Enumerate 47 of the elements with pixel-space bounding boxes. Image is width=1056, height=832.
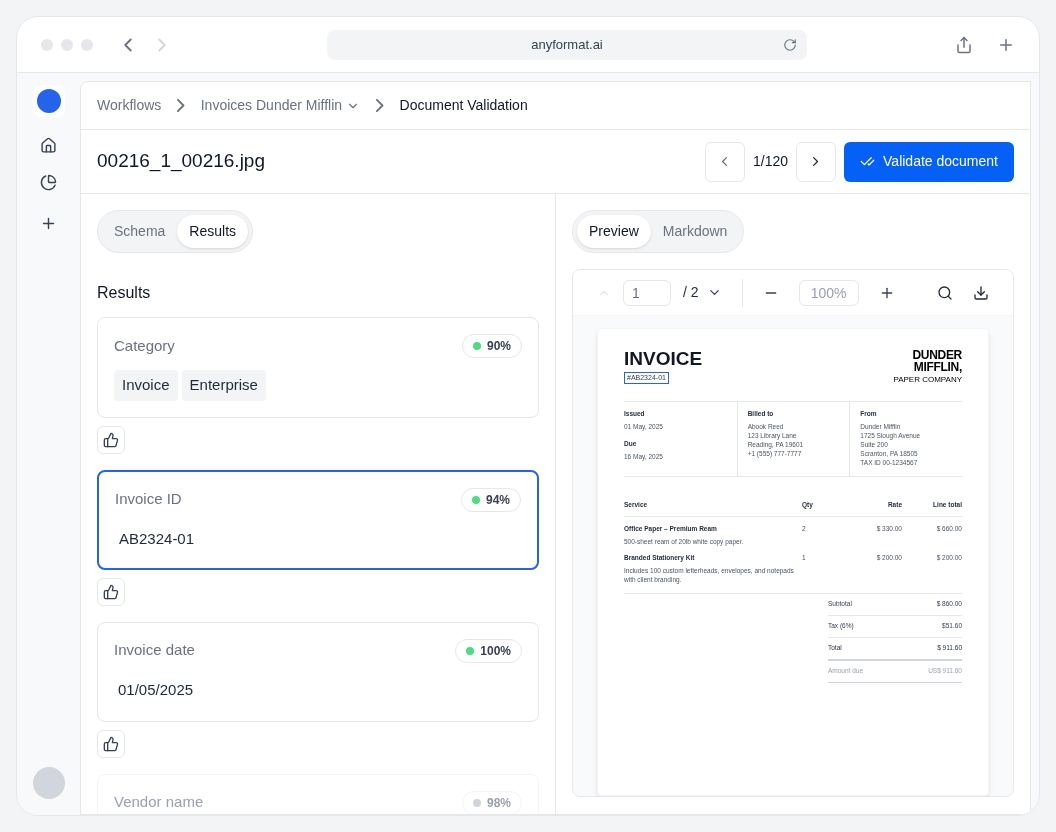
chevron-right-icon <box>813 157 819 166</box>
share-icon[interactable] <box>955 35 973 54</box>
chevron-left-icon <box>722 157 728 166</box>
invoice-title: INVOICE <box>624 349 703 368</box>
segment-tab[interactable]: Preview <box>577 215 651 248</box>
company-logo: DUNDER MIFFLIN, PAPER COMPANY <box>893 349 962 385</box>
field-label: Vendor name <box>114 792 204 813</box>
app-logo-icon[interactable] <box>32 85 65 117</box>
results-heading: Results <box>97 283 152 303</box>
field-card[interactable]: Invoice ID 94% AB2324-01 <box>97 469 539 570</box>
chevron-right-icon <box>177 99 185 112</box>
thumbs-up-button[interactable] <box>97 425 125 454</box>
page-input-field[interactable]: 1 <box>623 279 671 306</box>
chart-icon[interactable] <box>40 174 57 191</box>
thumbs-up-icon <box>103 431 119 448</box>
search-icon[interactable] <box>937 284 953 301</box>
tag: Invoice <box>114 370 178 401</box>
field-value: AB2324-01 <box>118 528 196 549</box>
segment-tab[interactable]: Schema <box>102 215 178 248</box>
address-bar[interactable]: anyformat.ai <box>327 29 807 60</box>
download-icon[interactable] <box>973 284 989 301</box>
document-title: 00216_1_00216.jpg <box>97 149 265 174</box>
page-count: / 2 <box>683 283 699 302</box>
thumbs-up-button[interactable] <box>97 729 125 758</box>
document-counter: 1/120 <box>753 152 789 171</box>
add-icon[interactable] <box>40 215 57 232</box>
field-card[interactable]: Vendor name 98% <box>97 773 539 814</box>
segment-tab[interactable]: Results <box>177 215 249 248</box>
home-icon[interactable] <box>40 137 57 154</box>
tag: Enterprise <box>181 370 266 401</box>
breadcrumb-link[interactable]: Invoices Dunder Mifflin <box>200 95 361 116</box>
reload-icon[interactable] <box>783 37 797 52</box>
thumbs-up-icon <box>103 583 119 600</box>
thumbs-up-icon <box>103 735 119 752</box>
zoom-field[interactable]: 100% <box>798 279 859 306</box>
field-card[interactable]: Invoice date 100% 01/05/2025 <box>97 621 539 722</box>
field-value: 01/05/2025 <box>117 679 195 700</box>
breadcrumb-current: Document Validation <box>399 96 528 115</box>
field-card[interactable]: Category 90% Invoice Enterprise <box>97 317 539 418</box>
thumbs-up-button[interactable] <box>97 577 125 606</box>
field-label: Invoice ID <box>115 489 182 510</box>
validate-button[interactable]: Validate document <box>844 141 1014 182</box>
field-label: Category <box>114 335 175 356</box>
field-label: Invoice date <box>114 640 195 661</box>
segment-tab[interactable]: Markdown <box>650 215 740 248</box>
breadcrumb-link[interactable]: Workflows <box>97 95 162 116</box>
chevron-right-icon <box>376 99 384 112</box>
